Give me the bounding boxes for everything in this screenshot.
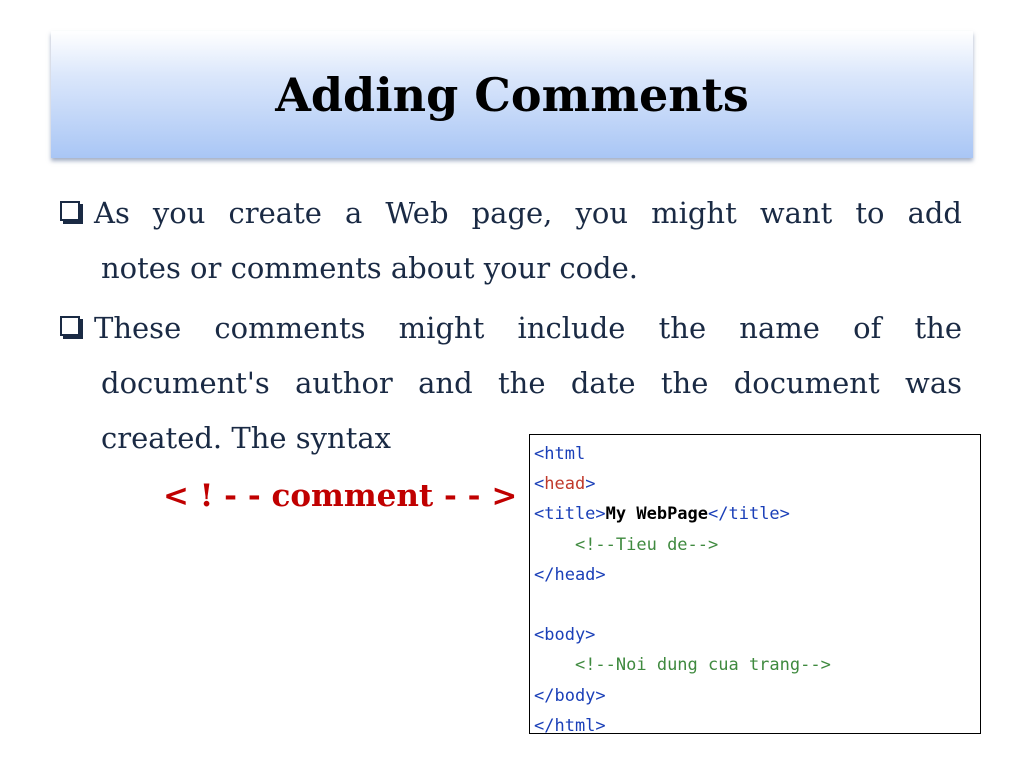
- slide-title: Adding Comments: [275, 67, 749, 122]
- code-line: <head>: [534, 469, 980, 499]
- code-token: </html>: [534, 715, 606, 736]
- bullet-2-line-2: document's author and the date the docum…: [101, 366, 962, 400]
- code-token: >: [585, 474, 596, 495]
- bullet-1: As you create a Web page, you might want…: [60, 186, 962, 296]
- code-token: <html: [534, 444, 586, 464]
- code-line: </head>: [534, 560, 980, 590]
- code-line: </body>: [534, 681, 980, 711]
- code-comment: <!--Tieu de-->: [574, 534, 719, 555]
- code-token: <title>: [534, 504, 606, 525]
- code-token: <body>: [534, 625, 596, 646]
- code-token: My WebPage: [605, 504, 709, 525]
- title-bar: Adding Comments: [51, 31, 973, 158]
- code-line: </html>: [534, 711, 980, 741]
- bullet-1-line-1: As you create a Web page, you might want…: [60, 186, 962, 241]
- code-token: </title>: [708, 504, 790, 525]
- code-comment: <!--Noi dung cua trang-->: [574, 655, 831, 676]
- code-token: head: [544, 474, 586, 495]
- code-line: <!--Tieu de-->: [534, 530, 980, 560]
- comment-syntax: < ! - - comment - - >: [163, 478, 518, 514]
- code-line: <body>: [534, 620, 980, 650]
- bullet-2-text-1: These comments might include the name of…: [94, 311, 962, 345]
- bullet-1-text-1: As you create a Web page, you might want…: [94, 196, 962, 230]
- code-token: </head>: [534, 564, 606, 585]
- checkbox-bullet-icon: [60, 316, 80, 336]
- code-line: <title>My WebPage</title>: [534, 499, 980, 529]
- code-example: <html <head> <title>My WebPage</title> <…: [529, 434, 981, 736]
- bullet-2-line-1: These comments might include the name of…: [60, 301, 962, 356]
- checkbox-bullet-icon: [60, 201, 80, 221]
- code-token: </body>: [534, 685, 606, 706]
- code-line: <!--Noi dung cua trang-->: [534, 650, 980, 680]
- code-line: <html: [534, 439, 980, 469]
- code-token: <: [534, 474, 545, 495]
- bullet-1-line-2: notes or comments about your code.: [101, 251, 638, 285]
